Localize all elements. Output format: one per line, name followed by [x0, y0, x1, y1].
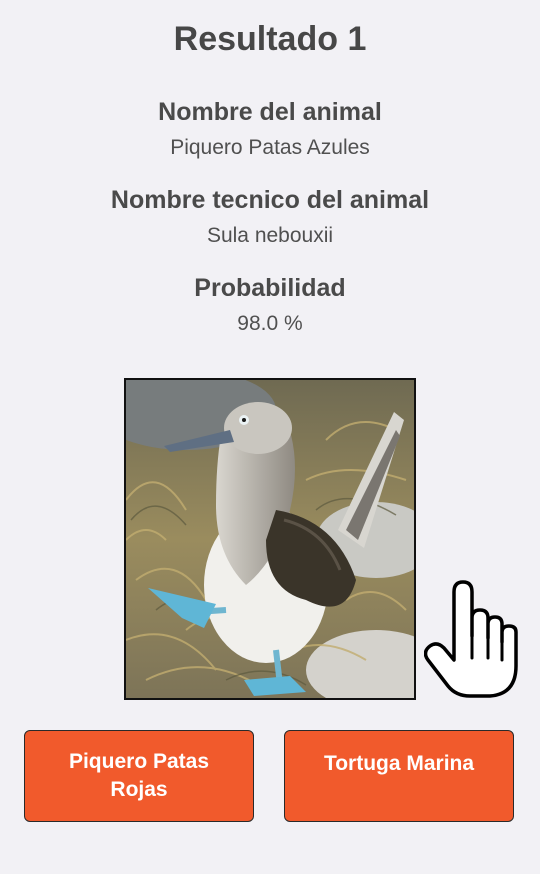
probability-value: 98.0 % — [237, 312, 303, 335]
option-button-piquero-patas-rojas[interactable]: Piquero Patas Rojas — [24, 730, 254, 822]
technical-name-value: Sula nebouxii — [206, 224, 334, 247]
blue-footed-booby-illustration — [126, 380, 414, 698]
technical-name-label: Nombre tecnico del animal — [110, 186, 430, 214]
animal-photo — [124, 378, 416, 700]
probability-label: Probabilidad — [194, 274, 346, 302]
result-title: Resultado 1 — [173, 20, 367, 58]
option-button-tortuga-marina[interactable]: Tortuga Marina — [284, 730, 514, 822]
animal-name-label: Nombre del animal — [158, 98, 382, 126]
animal-name-value: Piquero Patas Azules — [170, 136, 370, 159]
hand-pointer-icon — [424, 580, 518, 698]
